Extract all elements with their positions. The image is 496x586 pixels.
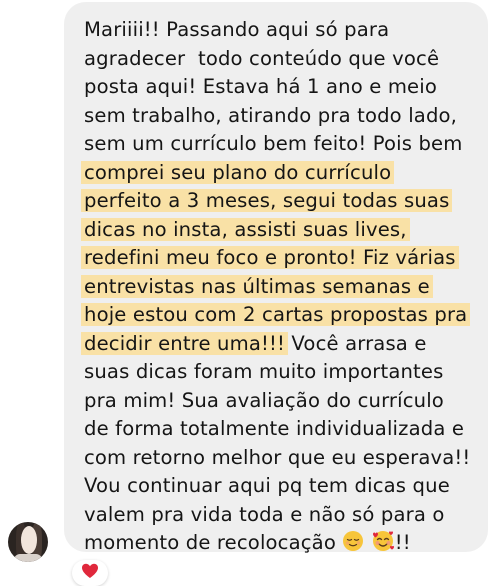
message-text-segment: Mariiii!! Passando aqui só para agradece… xyxy=(84,18,463,155)
message-highlighted-text: comprei seu plano do currículo perfeito … xyxy=(81,160,471,355)
smiling-face-with-hearts-icon xyxy=(371,531,395,554)
message-bubble[interactable]: Mariiii!! Passando aqui só para agradece… xyxy=(64,2,488,554)
red-heart-icon xyxy=(81,563,99,583)
message-trailing-text: !! xyxy=(394,531,411,554)
message-text-segment: Você arrasa e suas dicas foram muito imp… xyxy=(84,331,471,555)
reaction-badge[interactable] xyxy=(72,560,108,586)
message-text: Mariiii!! Passando aqui só para agradece… xyxy=(81,16,488,559)
avatar[interactable] xyxy=(8,522,48,562)
relieved-face-icon xyxy=(342,531,364,554)
